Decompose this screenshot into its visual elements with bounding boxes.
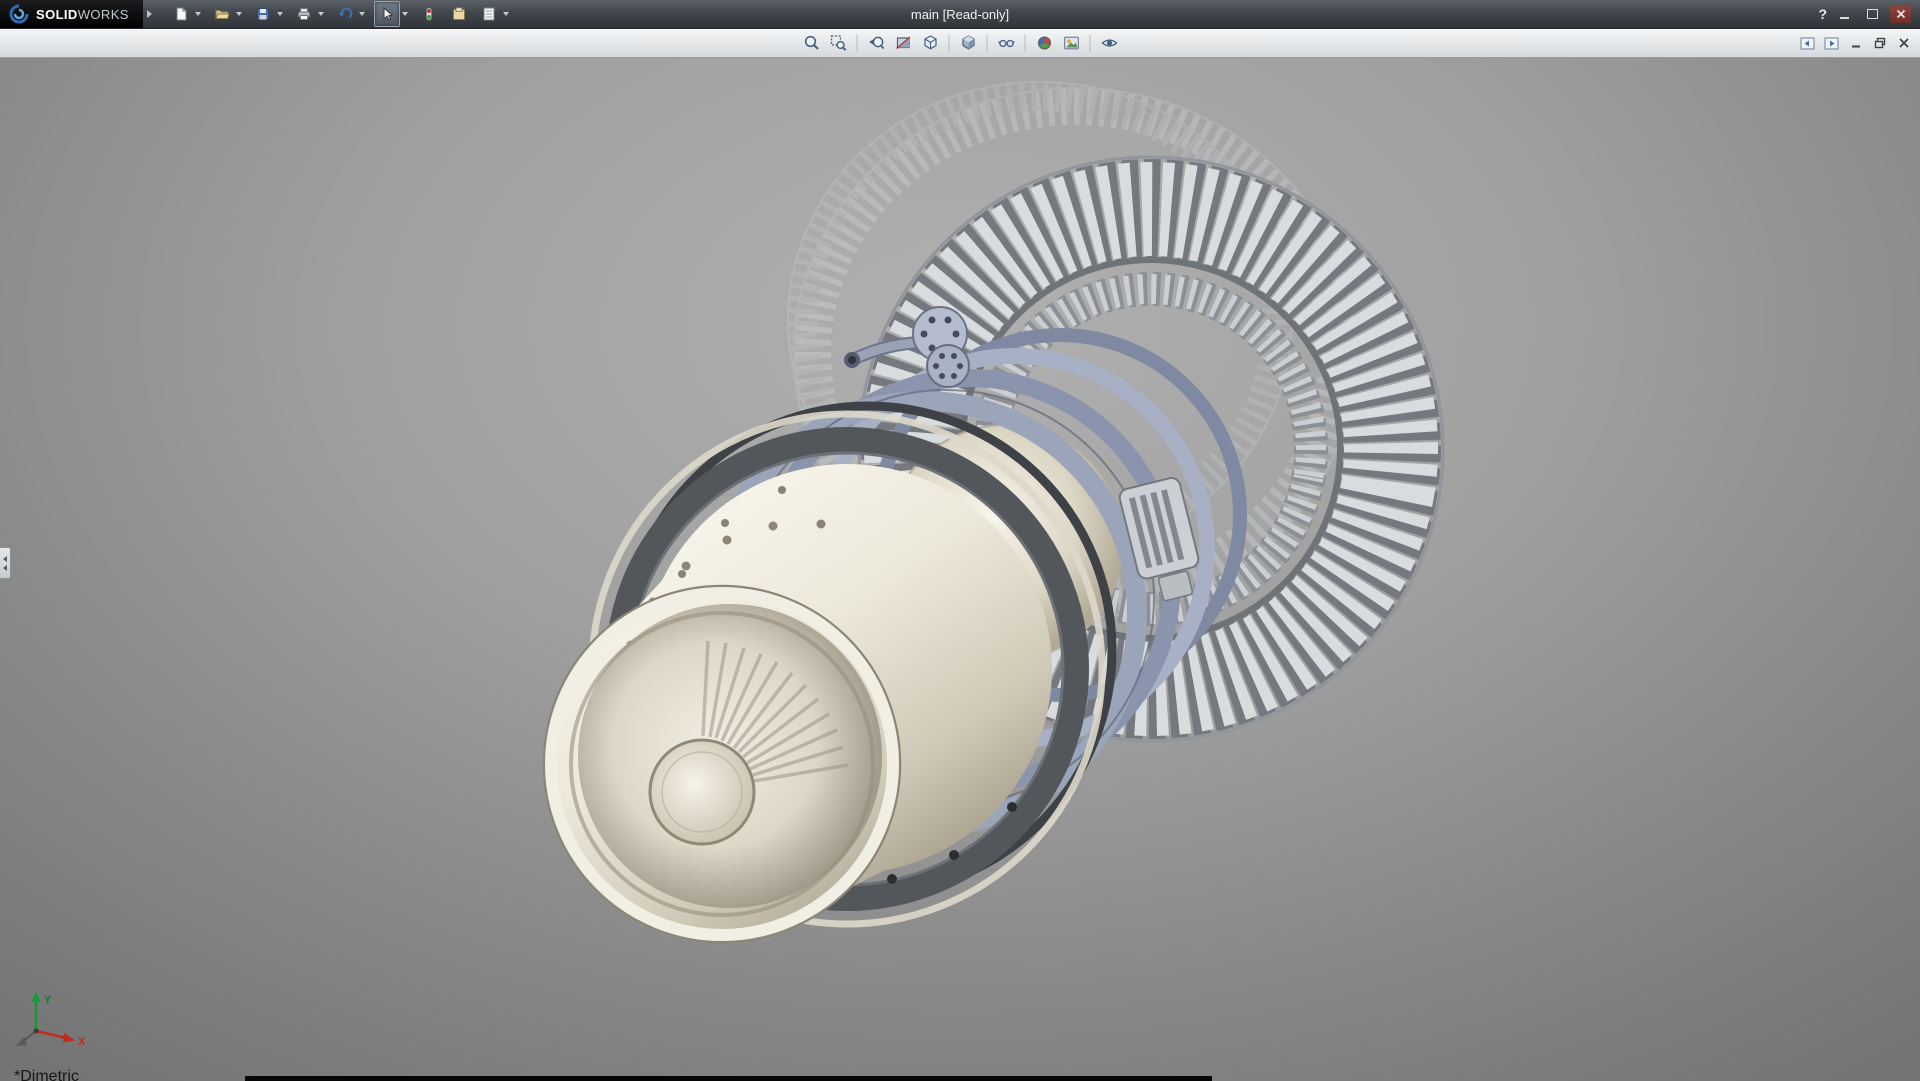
graphics-area[interactable]: Y X *Dimetric: [0, 58, 1920, 1081]
solidworks-brand: SOLIDWORKS: [0, 0, 143, 28]
next-window-button[interactable]: [1822, 35, 1841, 51]
previous-view-icon: [867, 34, 885, 52]
section-view-button[interactable]: [892, 32, 915, 55]
new-dropdown-caret-icon[interactable]: [193, 2, 204, 26]
undo-icon: [337, 6, 353, 22]
select-dropdown-caret-icon[interactable]: [400, 2, 411, 26]
select-cursor-icon: [379, 6, 395, 22]
section-view-icon: [894, 34, 912, 52]
new-document-icon: [173, 6, 189, 22]
3ds-logo-icon: [9, 4, 29, 24]
display-style-button[interactable]: [957, 32, 980, 55]
previous-window-button[interactable]: [1798, 35, 1817, 51]
zoom-to-fit-icon: [802, 34, 820, 52]
panel-arrow-right-icon: [1824, 37, 1839, 50]
print-button[interactable]: [292, 2, 316, 26]
help-icon[interactable]: ?: [1818, 6, 1827, 22]
zoom-to-fit-button[interactable]: [800, 32, 823, 55]
open-folder-icon: [214, 6, 230, 22]
feature-panel-collapse-tab[interactable]: [0, 547, 11, 579]
engine-model[interactable]: [0, 58, 1920, 1081]
titlebar: SOLIDWORKS: [0, 0, 1920, 29]
doc-minimize-button[interactable]: [1846, 35, 1865, 51]
view-settings-button[interactable]: [1098, 32, 1121, 55]
toolbar-separator: [1025, 35, 1026, 52]
apply-scene-button[interactable]: [1060, 32, 1083, 55]
color-swatch-button[interactable]: [417, 2, 441, 26]
restore-icon: [1867, 9, 1878, 19]
edit-appearance-icon: [1035, 34, 1053, 52]
save-dropdown-caret-icon[interactable]: [275, 2, 286, 26]
save-button[interactable]: [251, 2, 275, 26]
reference-triad: Y X: [8, 987, 92, 1051]
triad-x-arrow: [63, 1033, 75, 1043]
app-close-button[interactable]: [1890, 6, 1911, 23]
save-icon: [255, 6, 271, 22]
doc-close-button[interactable]: [1894, 35, 1913, 51]
app-restore-button[interactable]: [1862, 6, 1883, 23]
doc-restore-icon: [1874, 37, 1886, 49]
undo-button[interactable]: [333, 2, 357, 26]
triad-x-label: X: [78, 1036, 86, 1048]
close-icon: [1896, 9, 1906, 19]
zoom-to-area-button[interactable]: [827, 32, 850, 55]
heads-up-toolbar: [800, 29, 1121, 57]
doc-restore-button[interactable]: [1870, 35, 1889, 51]
zoom-to-area-icon: [829, 34, 847, 52]
print-icon: [296, 6, 312, 22]
doc-close-icon: [1898, 37, 1910, 49]
document-title: main [Read-only]: [911, 0, 1009, 28]
toolbar-separator: [987, 35, 988, 52]
toolbar-separator: [1090, 35, 1091, 52]
new-document-button[interactable]: [169, 2, 193, 26]
view-orientation-button[interactable]: [919, 32, 942, 55]
view-orientation-label: *Dimetric: [14, 1068, 79, 1081]
hide-show-items-icon: [997, 34, 1015, 52]
solidworks-window: SOLIDWORKS: [0, 0, 1920, 1080]
panel-arrow-left-icon: [1800, 37, 1815, 50]
triad-y-label: Y: [44, 994, 52, 1006]
main-toolbar: [169, 1, 512, 27]
menu-expand-icon[interactable]: [143, 0, 157, 28]
toolbar-separator: [857, 35, 858, 52]
options-box-icon: [451, 6, 467, 22]
document-window-controls: [1798, 29, 1913, 57]
app-minimize-button[interactable]: [1834, 6, 1855, 23]
taskbar-hint[interactable]: [245, 1076, 1212, 1081]
view-orientation-icon: [921, 34, 939, 52]
color-swatch-icon: [421, 6, 437, 22]
brand-name: SOLIDWORKS: [36, 7, 129, 22]
view-settings-icon: [1100, 34, 1118, 52]
print-dropdown-caret-icon[interactable]: [316, 2, 327, 26]
open-button[interactable]: [210, 2, 234, 26]
titlebar-controls: ?: [1818, 6, 1920, 23]
hide-show-items-button[interactable]: [995, 32, 1018, 55]
property-dropdown-caret-icon[interactable]: [501, 2, 512, 26]
apply-scene-icon: [1062, 34, 1080, 52]
toolbar-separator: [949, 35, 950, 52]
edit-appearance-button[interactable]: [1033, 32, 1056, 55]
nose-cone: [544, 586, 900, 942]
previous-view-button[interactable]: [865, 32, 888, 55]
property-sheet-icon: [481, 6, 497, 22]
display-style-icon: [959, 34, 977, 52]
drive-shaft: [650, 740, 754, 844]
heads-up-bar: [0, 29, 1920, 58]
doc-minimize-icon: [1850, 37, 1862, 49]
property-sheet-button[interactable]: [477, 2, 501, 26]
open-dropdown-caret-icon[interactable]: [234, 2, 245, 26]
options-box-button[interactable]: [447, 2, 471, 26]
minimize-icon: [1840, 17, 1849, 19]
undo-dropdown-caret-icon[interactable]: [357, 2, 368, 26]
select-button[interactable]: [374, 1, 400, 27]
triad-y-arrow: [32, 991, 41, 1002]
